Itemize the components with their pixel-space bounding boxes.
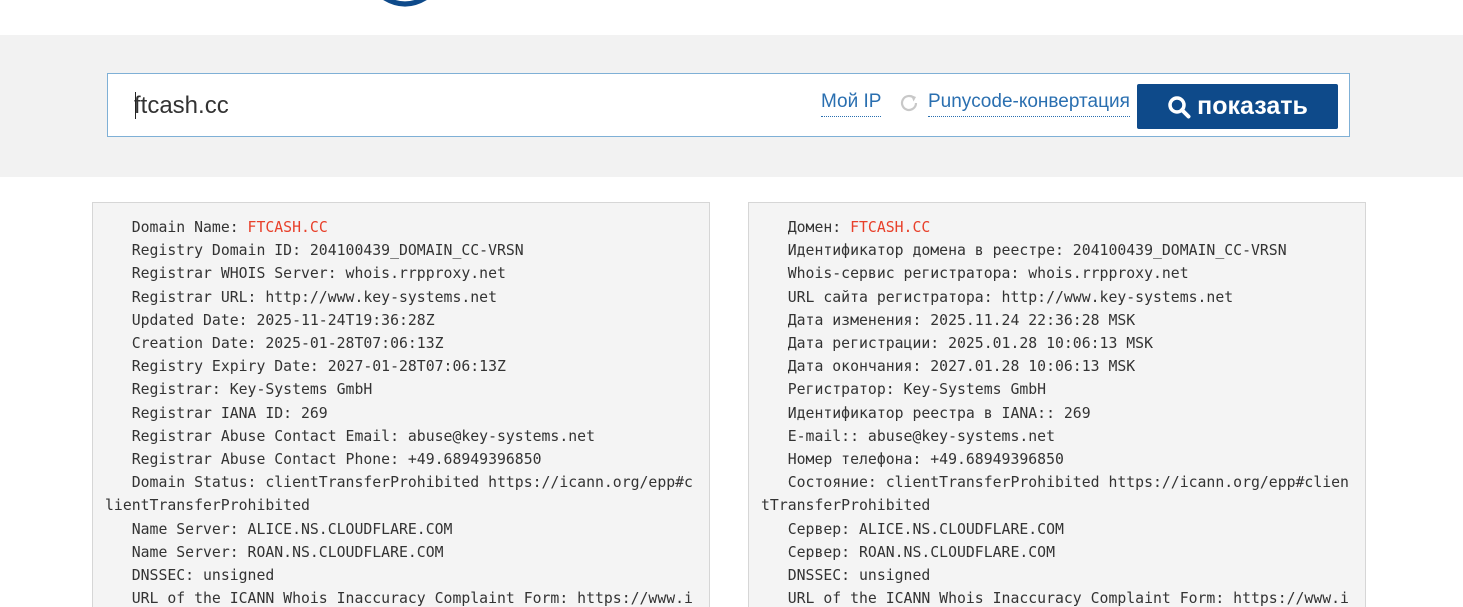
whois-line: URL сайта регистратора: http://www.key-s… (761, 286, 1353, 309)
whois-line: Registrar WHOIS Server: whois.rrpproxy.n… (105, 262, 697, 285)
whois-line: Domain Name: FTCASH.CC (105, 216, 697, 239)
domain-name-value: FTCASH.CC (247, 219, 328, 236)
whois-line-text: Дата регистрации: 2025.01.28 10:06:13 MS… (761, 335, 1153, 353)
whois-line: Domain Status: clientTransferProhibited … (105, 471, 697, 517)
whois-line-text: Registrar URL: http://www.key-systems.ne… (105, 288, 497, 306)
whois-line-text: Registrar WHOIS Server: whois.rrpproxy.n… (105, 265, 506, 283)
whois-line-text: Domain Status: clientTransferProhibited … (105, 474, 693, 515)
whois-line-text: Updated Date: 2025-11-24T19:36:28Z (105, 311, 435, 329)
whois-line: Registrar URL: http://www.key-systems.ne… (105, 286, 697, 309)
whois-line-text: Номер телефона: +49.68949396850 (761, 451, 1064, 469)
whois-line: Идентификатор реестра в IANA:: 269 (761, 402, 1353, 425)
whois-line-text: DNSSEC: unsigned (105, 567, 275, 585)
whois-line: Whois-сервис регистратора: whois.rrpprox… (761, 262, 1353, 285)
refresh-icon[interactable] (898, 92, 920, 114)
whois-line: Registrar IANA ID: 269 (105, 402, 697, 425)
domain-name-value: FTCASH.CC (850, 219, 931, 236)
whois-line-text: Состояние: clientTransferProhibited http… (761, 474, 1349, 515)
whois-line: Сервер: ALICE.NS.CLOUDFLARE.COM (761, 518, 1353, 541)
whois-line-text: Registrar IANA ID: 269 (105, 404, 328, 422)
whois-line: URL of the ICANN Whois Inaccuracy Compla… (105, 587, 697, 607)
punycode-conversion-link[interactable]: Punycode-конвертация (928, 91, 1130, 117)
whois-line: Registrar Abuse Contact Phone: +49.68949… (105, 448, 697, 471)
whois-line: Номер телефона: +49.68949396850 (761, 448, 1353, 471)
site-logo-arc[interactable] (372, 0, 438, 8)
whois-line: Registrar Abuse Contact Email: abuse@key… (105, 425, 697, 448)
whois-line: DNSSEC: unsigned (761, 564, 1353, 587)
whois-line-text: Domain Name: (105, 219, 248, 236)
whois-line: Домен: FTCASH.CC (761, 216, 1353, 239)
whois-line-text: Сервер: ALICE.NS.CLOUDFLARE.COM (761, 520, 1064, 538)
whois-line: Registry Domain ID: 204100439_DOMAIN_CC-… (105, 239, 697, 262)
whois-line: Registry Expiry Date: 2027-01-28T07:06:1… (105, 355, 697, 378)
search-box: Мой IP Punycode-конвертация показать (107, 73, 1350, 137)
whois-line-text: Registry Domain ID: 204100439_DOMAIN_CC-… (105, 242, 524, 260)
whois-line-text: URL of the ICANN Whois Inaccuracy Compla… (761, 590, 1349, 607)
whois-line: Registrar: Key-Systems GmbH (105, 378, 697, 401)
site-header (0, 0, 1463, 35)
whois-line-text: Registrar: Key-Systems GmbH (105, 381, 373, 399)
whois-line-text: Registrar Abuse Contact Phone: +49.68949… (105, 451, 542, 469)
whois-line-text: DNSSEC: unsigned (761, 567, 931, 585)
whois-line: Updated Date: 2025-11-24T19:36:28Z (105, 309, 697, 332)
whois-line-text: URL сайта регистратора: http://www.key-s… (761, 288, 1234, 306)
whois-line-text: Дата окончания: 2027.01.28 10:06:13 MSK (761, 358, 1136, 376)
whois-line-text: Creation Date: 2025-01-28T07:06:13Z (105, 335, 444, 353)
domain-search-input[interactable] (134, 88, 734, 124)
text-caret (135, 92, 136, 119)
search-band: Мой IP Punycode-конвертация показать (0, 35, 1463, 177)
my-ip-link[interactable]: Мой IP (821, 91, 882, 117)
whois-line-text: Registrar Abuse Contact Email: abuse@key… (105, 427, 595, 445)
whois-line-text: Name Server: ROAN.NS.CLOUDFLARE.COM (105, 543, 444, 561)
whois-line: Дата регистрации: 2025.01.28 10:06:13 MS… (761, 332, 1353, 355)
whois-line-text: Registry Expiry Date: 2027-01-28T07:06:1… (105, 358, 506, 376)
whois-line-text: Идентификатор реестра в IANA:: 269 (761, 404, 1091, 422)
whois-line: URL of the ICANN Whois Inaccuracy Compla… (761, 587, 1353, 607)
whois-line: Name Server: ALICE.NS.CLOUDFLARE.COM (105, 518, 697, 541)
whois-line: Регистратор: Key-Systems GmbH (761, 378, 1353, 401)
whois-line-text: Дата изменения: 2025.11.24 22:36:28 MSK (761, 311, 1136, 329)
whois-line: Creation Date: 2025-01-28T07:06:13Z (105, 332, 697, 355)
whois-line: DNSSEC: unsigned (105, 564, 697, 587)
whois-translated-panel: Домен: FTCASH.CC Идентификатор домена в … (748, 202, 1366, 607)
whois-line-text: E-mail:: abuse@key-systems.net (761, 427, 1055, 445)
show-button-label: показать (1197, 92, 1308, 120)
whois-line: Дата изменения: 2025.11.24 22:36:28 MSK (761, 309, 1353, 332)
whois-line: Name Server: ROAN.NS.CLOUDFLARE.COM (105, 541, 697, 564)
whois-line-text: Whois-сервис регистратора: whois.rrpprox… (761, 265, 1189, 283)
search-icon (1168, 95, 1191, 118)
whois-line: Сервер: ROAN.NS.CLOUDFLARE.COM (761, 541, 1353, 564)
whois-line: Дата окончания: 2027.01.28 10:06:13 MSK (761, 355, 1353, 378)
whois-line-text: Сервер: ROAN.NS.CLOUDFLARE.COM (761, 543, 1055, 561)
whois-original-panel: Domain Name: FTCASH.CC Registry Domain I… (92, 202, 710, 607)
whois-line-text: URL of the ICANN Whois Inaccuracy Compla… (105, 590, 693, 607)
whois-line: Идентификатор домена в реестре: 20410043… (761, 239, 1353, 262)
whois-line-text: Name Server: ALICE.NS.CLOUDFLARE.COM (105, 520, 453, 538)
whois-line-text: Идентификатор домена в реестре: 20410043… (761, 242, 1287, 260)
whois-line: E-mail:: abuse@key-systems.net (761, 425, 1353, 448)
whois-line-text: Домен: (761, 219, 851, 236)
whois-original-lines: Domain Name: FTCASH.CC Registry Domain I… (93, 203, 709, 607)
whois-translated-lines: Домен: FTCASH.CC Идентификатор домена в … (749, 203, 1365, 607)
whois-line-text: Регистратор: Key-Systems GmbH (761, 381, 1047, 399)
whois-line: Состояние: clientTransferProhibited http… (761, 471, 1353, 517)
show-button[interactable]: показать (1137, 84, 1338, 129)
